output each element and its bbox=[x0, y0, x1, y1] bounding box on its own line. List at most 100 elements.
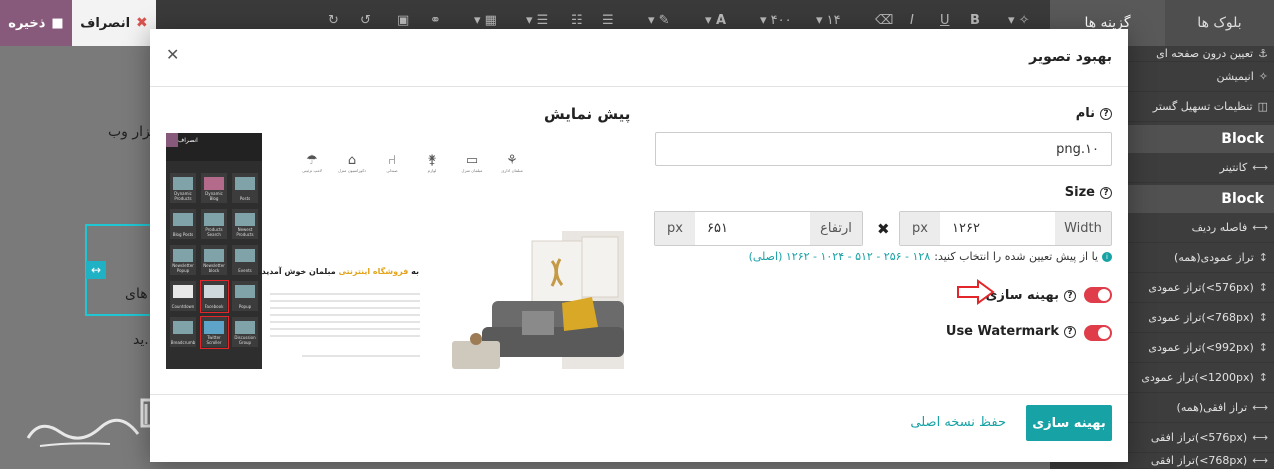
preview-page-content: ⚘ مبلمان اداری ▭ مبلمان منزل ⚵ لوازم ⑁ صندلی… bbox=[259, 133, 624, 369]
optimize-label: بهینه سازی ? bbox=[985, 288, 1076, 303]
ordered-list-icon[interactable]: ☷ bbox=[571, 13, 583, 28]
preview-block: Newest Products bbox=[232, 209, 258, 239]
arrows-horizontal-icon: ⟷ bbox=[1252, 221, 1268, 234]
preview-text-line bbox=[270, 335, 420, 337]
save-button[interactable]: ذخیره ■ bbox=[0, 0, 72, 46]
preview-title: پیش نمایش bbox=[544, 105, 631, 123]
optimize-toggle[interactable] bbox=[1084, 287, 1112, 303]
width-field: px Width bbox=[899, 211, 1112, 246]
preview-text-line bbox=[270, 328, 420, 330]
improve-image-dialog: بهبود تصویر ✕ نام ? Size ? px Width ✖ px… bbox=[150, 29, 1128, 462]
close-icon[interactable]: ✕ bbox=[166, 45, 179, 64]
unordered-list-icon[interactable]: ☰ bbox=[602, 13, 614, 28]
bold-icon[interactable]: B bbox=[970, 13, 980, 28]
preview-sidebar: انصراف Dynamic Products Dynamic Blog Pos… bbox=[166, 133, 262, 369]
link-icon[interactable]: ⚭ bbox=[430, 13, 441, 28]
preview-tabs: انصراف bbox=[166, 133, 262, 161]
panel-item[interactable]: تراز عمودی(<768px) ↕ bbox=[1128, 303, 1274, 333]
arrows-vertical-icon: ↕ bbox=[1258, 341, 1268, 354]
line-height-select[interactable]: ▾ ۴۰۰ bbox=[760, 13, 792, 28]
preview-block: Products Search bbox=[201, 209, 227, 239]
panel-item-label: تراز افقی(همه) bbox=[1176, 401, 1248, 414]
width-addon: Width bbox=[1055, 212, 1111, 245]
preview-block: Events bbox=[232, 245, 258, 275]
font-color-icon[interactable]: ▾ A bbox=[705, 13, 726, 28]
discard-button[interactable]: انصراف ✖ bbox=[72, 0, 156, 46]
preset-links[interactable]: ۱۲۸ - ۲۵۶ - ۵۱۲ - ۱۰۲۴ - ۱۲۶۲ (اصلی) bbox=[749, 250, 931, 263]
panel-item-settings[interactable]: تنظیمات تسهیل گستر ◫ bbox=[1128, 92, 1274, 122]
help-icon[interactable]: ? bbox=[1064, 289, 1076, 302]
panel-item-label: تعیین درون صفحه ای bbox=[1156, 47, 1254, 60]
magic-wand-icon[interactable]: ▾ ✧ bbox=[1008, 13, 1030, 28]
preview-category: ⚘ مبلمان اداری bbox=[501, 153, 523, 173]
panel-item[interactable]: تراز افقی(<768px) ⟷ bbox=[1128, 453, 1274, 469]
font-size-select[interactable]: ▾ ۱۴ bbox=[816, 13, 841, 28]
line-height-value: ۴۰۰ bbox=[770, 13, 792, 28]
anchor-icon: ⚓ bbox=[1258, 47, 1268, 60]
save-label: ذخیره bbox=[8, 15, 46, 31]
size-label: Size ? bbox=[1065, 185, 1112, 200]
brush-icon[interactable]: ▾ ✎ bbox=[648, 13, 670, 28]
image-icon[interactable]: ▣ bbox=[397, 13, 409, 28]
panel-item[interactable]: تراز افقی(همه) ⟷ bbox=[1128, 393, 1274, 423]
info-icon: i bbox=[1102, 251, 1112, 262]
floppy-disk-icon: ■ bbox=[51, 15, 64, 31]
sofa-photo bbox=[452, 231, 624, 369]
brand-logo-icon bbox=[26, 398, 168, 447]
panel-item[interactable]: تراز عمودی(<576px) ↕ bbox=[1128, 273, 1274, 303]
help-icon[interactable]: ? bbox=[1064, 325, 1076, 338]
arrows-horizontal-icon: ⟷ bbox=[1252, 431, 1268, 444]
watermark-toggle[interactable] bbox=[1084, 325, 1112, 341]
height-input[interactable] bbox=[695, 212, 810, 245]
settings-icon: ◫ bbox=[1257, 100, 1268, 113]
optimize-button[interactable]: بهینه سازی bbox=[1026, 405, 1112, 441]
panel-item-container[interactable]: کانتینر ⟷ bbox=[1128, 153, 1274, 183]
optimize-label-text: بهینه سازی bbox=[985, 288, 1059, 303]
preview-block: Discussion Group bbox=[232, 317, 258, 347]
help-icon[interactable]: ? bbox=[1100, 107, 1112, 120]
panel-item-label: تنظیمات تسهیل گستر bbox=[1152, 100, 1253, 113]
help-icon[interactable]: ? bbox=[1100, 186, 1112, 199]
welcome-store: فروشگاه اینترنتی bbox=[338, 267, 409, 276]
width-input[interactable] bbox=[940, 212, 1055, 245]
resize-handle-icon[interactable]: ↔ bbox=[86, 261, 106, 279]
animation-icon: ✧ bbox=[1258, 70, 1268, 83]
height-unit: px bbox=[655, 212, 695, 245]
tab-blocks[interactable]: بلوک ها bbox=[1165, 0, 1274, 46]
close-icon: ✖ bbox=[136, 15, 148, 31]
redo-icon[interactable]: ↻ bbox=[328, 13, 339, 28]
undo-icon[interactable]: ↺ bbox=[360, 13, 371, 28]
preview-save-tab bbox=[166, 133, 178, 147]
eraser-icon[interactable]: ⌫ bbox=[875, 13, 893, 28]
panel-item[interactable]: تعیین درون صفحه ای ⚓ bbox=[1128, 46, 1274, 62]
panel-item[interactable]: تراز افقی(<576px) ⟷ bbox=[1128, 423, 1274, 453]
image-preview: انصراف Dynamic Products Dynamic Blog Pos… bbox=[166, 133, 624, 369]
arrows-vertical-icon: ↕ bbox=[1258, 251, 1268, 264]
preview-text-line bbox=[270, 314, 420, 316]
dialog-header: بهبود تصویر ✕ bbox=[150, 29, 1128, 87]
align-icon[interactable]: ▾ ☰ bbox=[526, 13, 548, 28]
panel-item-label: تراز عمودی(<768px) bbox=[1148, 311, 1254, 324]
panel-item-label: تراز عمودی(<1200px) bbox=[1141, 371, 1254, 384]
preview-category: ▭ مبلمان منزل bbox=[461, 153, 483, 173]
panel-item-animation[interactable]: انیمیشن ✧ bbox=[1128, 62, 1274, 92]
panel-item[interactable]: تراز عمودی(همه) ↕ bbox=[1128, 243, 1274, 273]
underline-icon[interactable]: U bbox=[940, 13, 950, 28]
name-input[interactable] bbox=[655, 132, 1112, 166]
preview-discard-tab: انصراف bbox=[178, 137, 198, 144]
preview-text-line bbox=[270, 321, 420, 323]
keep-original-link[interactable]: حفظ نسخه اصلی bbox=[910, 415, 1006, 430]
panel-item[interactable]: تراز عمودی(<1200px) ↕ bbox=[1128, 363, 1274, 393]
presets-prefix: یا از پیش تعیین شده را انتخاب کنید: bbox=[934, 250, 1098, 263]
table-icon[interactable]: ▾ ▦ bbox=[474, 13, 497, 28]
panel-item[interactable]: فاصله ردیف ⟷ bbox=[1128, 213, 1274, 243]
panel-item-label: تراز عمودی(همه) bbox=[1174, 251, 1254, 264]
preview-block: Newsletter block bbox=[201, 245, 227, 275]
discard-label: انصراف bbox=[80, 15, 131, 31]
panel-item[interactable]: تراز عمودی(<992px) ↕ bbox=[1128, 333, 1274, 363]
preview-highlight bbox=[200, 316, 229, 349]
panel-item-label: کانتینر bbox=[1219, 161, 1248, 174]
size-label-text: Size bbox=[1064, 185, 1095, 200]
arrows-horizontal-icon: ⟷ bbox=[1252, 454, 1268, 467]
italic-icon[interactable]: I bbox=[910, 13, 914, 28]
